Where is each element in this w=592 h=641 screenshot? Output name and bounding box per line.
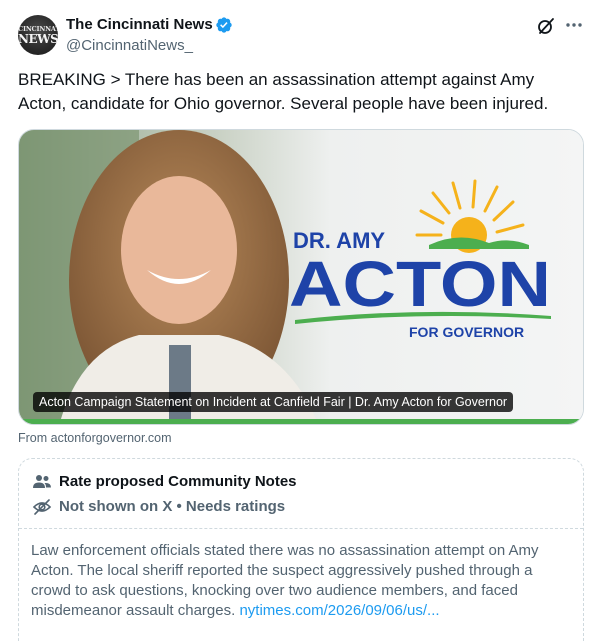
post-text-line: Acton, candidate for Ohio governor. Seve… <box>18 94 549 113</box>
logo-acton: ACTON <box>289 248 551 320</box>
note-source-link[interactable]: nytimes.com/2026/09/06/us/... <box>239 602 439 619</box>
people-icon <box>33 475 51 488</box>
eye-slash-icon <box>32 499 52 515</box>
more-icon[interactable] <box>564 15 584 35</box>
note-line: Law enforcement officials stated there w… <box>31 542 539 559</box>
verified-badge-icon <box>216 17 232 33</box>
note-line: Acton. The local sheriff reported the su… <box>31 562 533 579</box>
community-notes-header: Rate proposed Community Notes Not shown … <box>19 459 583 529</box>
media-caption: Acton Campaign Statement on Incident at … <box>33 392 514 412</box>
note-line: crowd to ask questions, knocking over tw… <box>31 582 518 599</box>
avatar-text-bottom: NEWS <box>18 32 58 46</box>
community-notes-title: Rate proposed Community Notes <box>59 473 297 490</box>
link-source[interactable]: From actonforgovernor.com <box>18 431 172 445</box>
portrait-face <box>121 176 237 324</box>
logo-for-governor: FOR GOVERNOR <box>409 324 524 340</box>
tweet: CINCINNATI NEWS The Cincinnati News @Cin… <box>0 0 592 641</box>
author-handle[interactable]: @CincinnatiNews_ <box>66 37 193 54</box>
community-notes-status: Not shown on X • Needs ratings <box>59 498 286 515</box>
post-text: BREAKING > There has been an assassinati… <box>18 68 578 116</box>
post-text-line: BREAKING > There has been an assassinati… <box>18 70 535 89</box>
community-note-text: Law enforcement officials stated there w… <box>31 541 571 621</box>
note-line-text: misdemeanor assault charges. <box>31 602 236 619</box>
avatar[interactable]: CINCINNATI NEWS <box>18 15 58 55</box>
author-name[interactable]: The Cincinnati News <box>66 16 213 33</box>
community-notes-panel[interactable]: Rate proposed Community Notes Not shown … <box>18 458 584 641</box>
link-card-image[interactable]: DR. AMY ACTON FOR GOVERNOR Acton Campaig… <box>18 129 584 425</box>
grok-icon[interactable] <box>536 16 556 36</box>
note-line: misdemeanor assault charges. nytimes.com… <box>31 601 571 621</box>
campaign-image: DR. AMY ACTON FOR GOVERNOR <box>19 130 583 424</box>
portrait-shirt <box>169 345 191 424</box>
